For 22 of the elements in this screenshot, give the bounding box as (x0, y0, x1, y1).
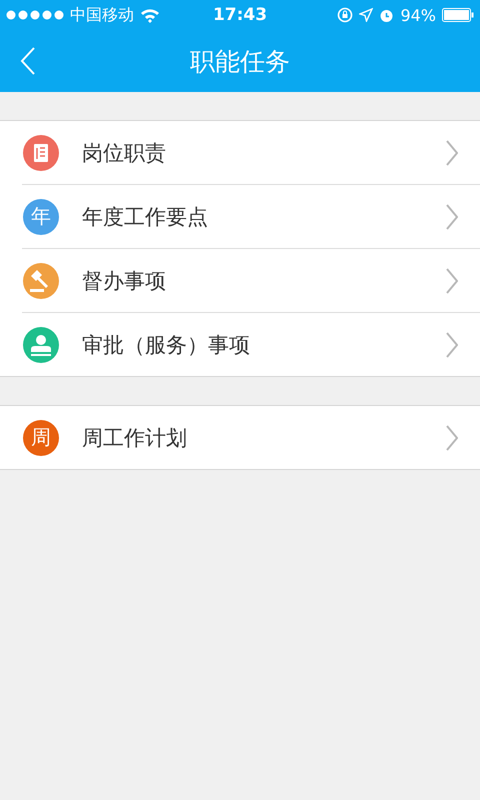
glyph-icon: 年 (23, 198, 59, 234)
menu-item[interactable]: 岗位职责 (0, 121, 480, 184)
battery-percentage: 94% (400, 6, 436, 24)
chevron-right-icon (446, 268, 458, 294)
battery-icon (442, 8, 474, 22)
alarm-clock-icon (379, 8, 394, 22)
signal-icon (6, 10, 64, 20)
chevron-right-icon (446, 140, 458, 166)
chevron-right-icon (446, 204, 458, 230)
wifi-icon (140, 8, 160, 22)
glyph-icon: 周 (23, 420, 59, 456)
menu-item[interactable]: 周 周工作计划 (0, 406, 480, 469)
page-title: 职能任务 (190, 46, 290, 78)
menu-item[interactable]: 审批（服务）事项 (0, 313, 480, 376)
location-arrow-icon (359, 8, 374, 22)
clock-time: 17:43 (212, 5, 268, 25)
menu-item[interactable]: 年 年度工作要点 (0, 185, 480, 248)
chevron-right-icon (446, 332, 458, 358)
carrier-name: 中国移动 (70, 4, 134, 26)
menu-item[interactable]: 督办事项 (0, 249, 480, 312)
chevron-right-icon (446, 424, 458, 450)
rotation-lock-icon (337, 7, 354, 23)
